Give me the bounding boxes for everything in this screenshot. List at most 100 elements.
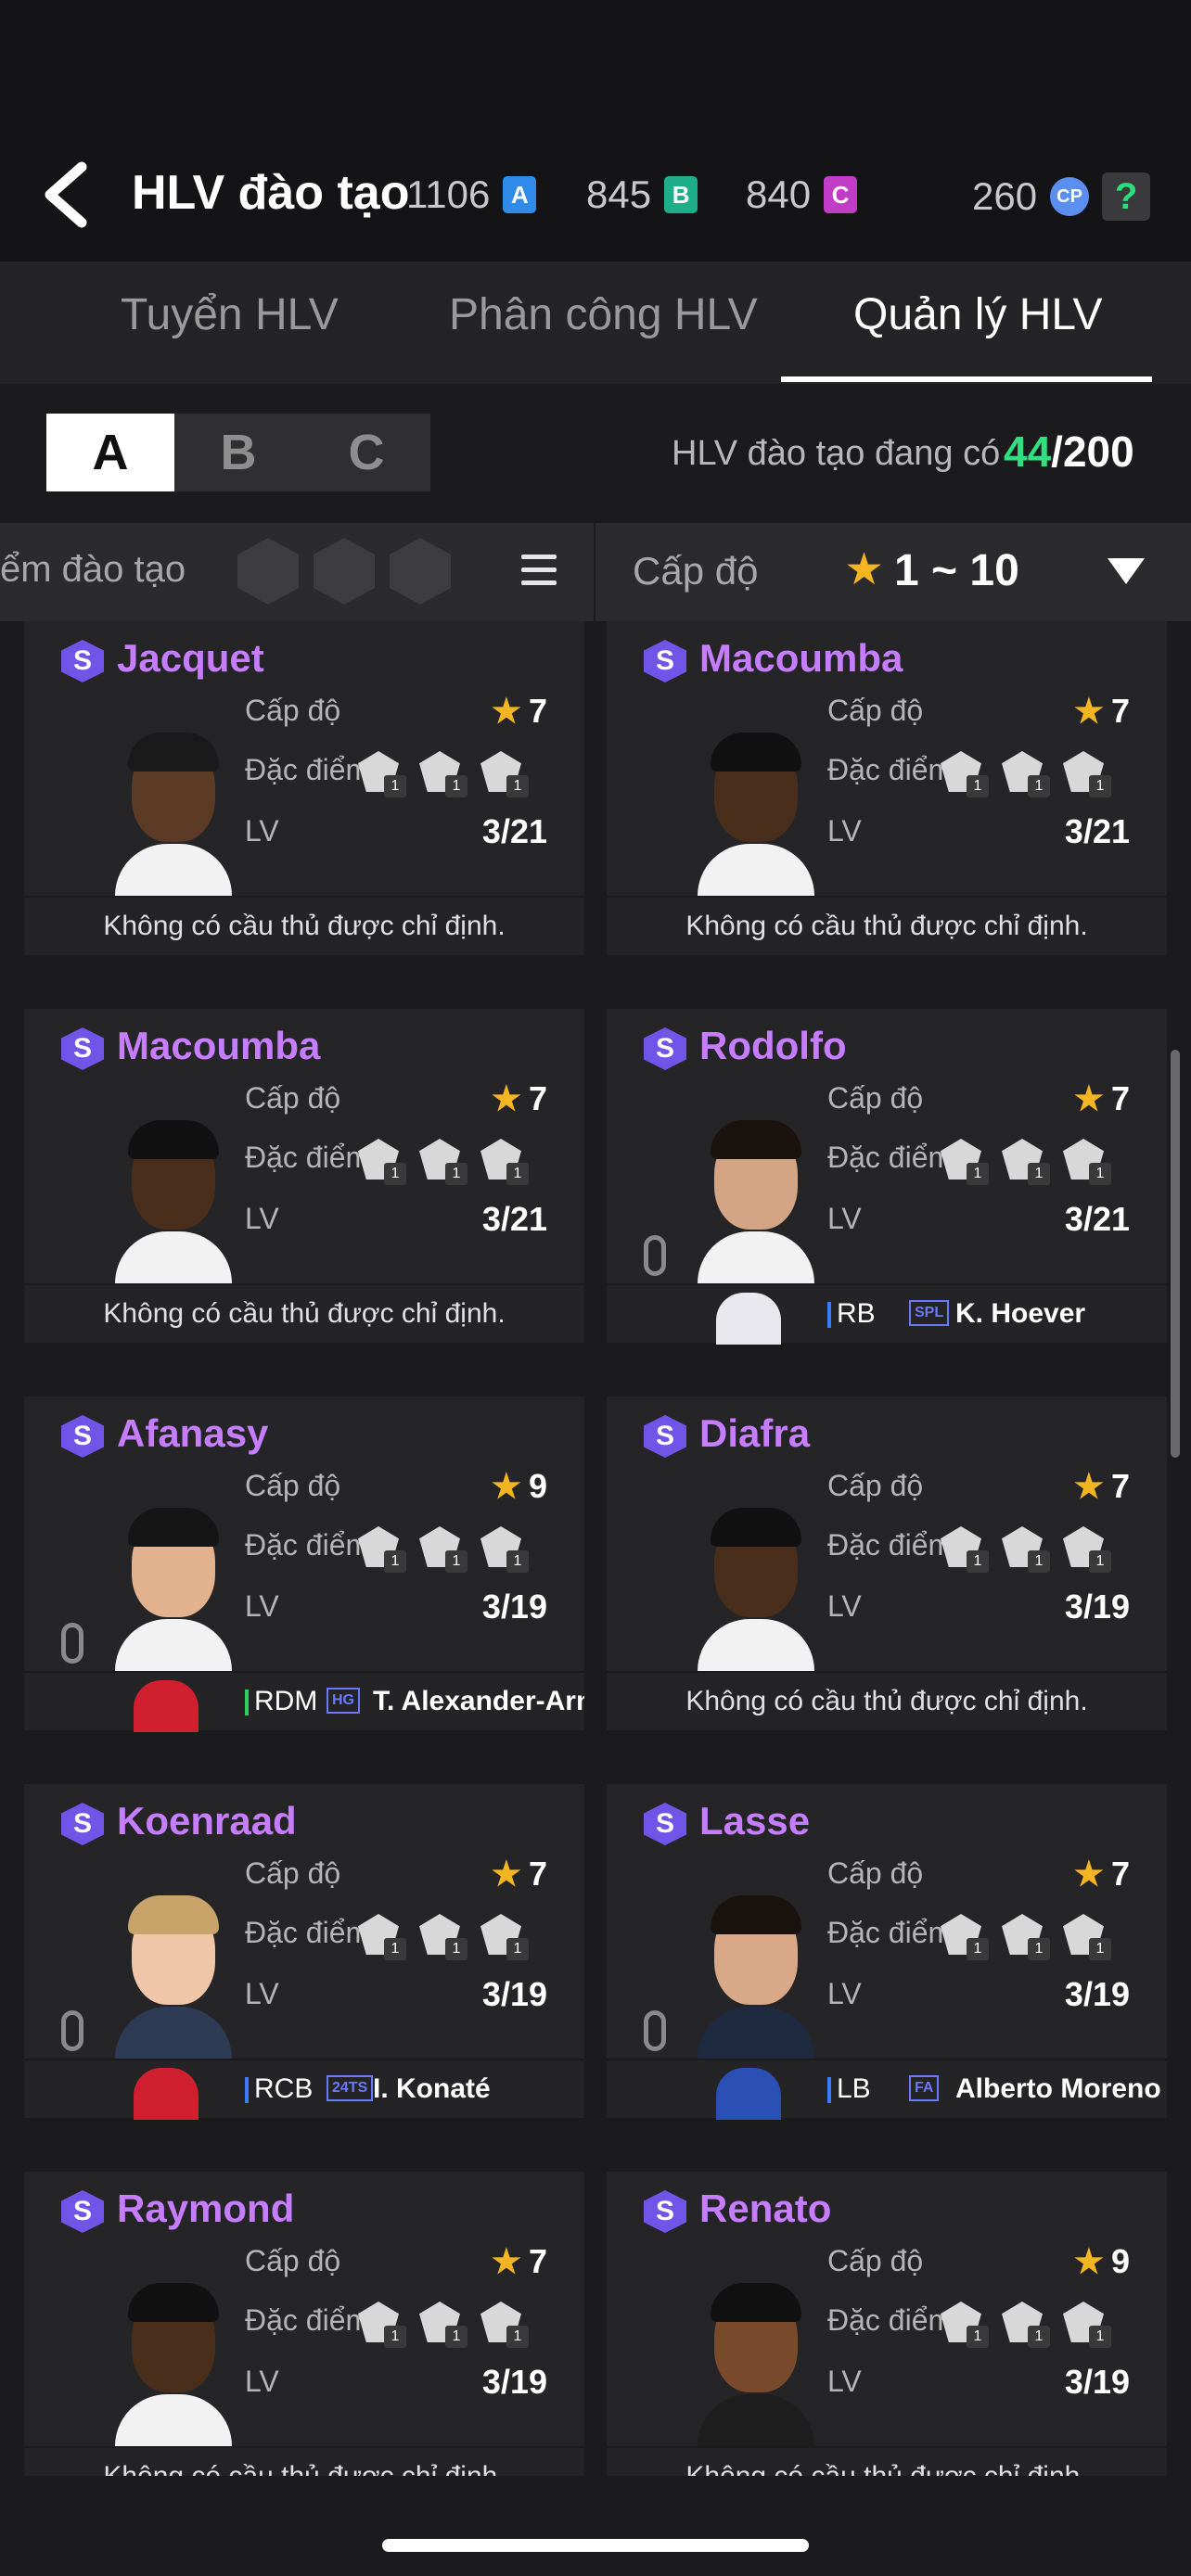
lv-value: 3/19 <box>1064 1588 1130 1626</box>
star-level: ★ 7 <box>1074 1079 1130 1118</box>
group-c-button[interactable]: C <box>302 414 430 491</box>
trait-icon[interactable]: 1 <box>480 2302 529 2348</box>
trait-label: Đặc điểm <box>245 753 371 786</box>
trait-icon[interactable]: 1 <box>941 1914 989 1960</box>
lv-value: 3/21 <box>481 1200 547 1238</box>
coach-card[interactable]: S Diafra Cấp độ ★ 7 Đặc điểm 1 1 1 LV 3/19 Không có… <box>607 1396 1167 1730</box>
coach-portrait <box>698 1895 814 2059</box>
trait-icon[interactable]: 1 <box>480 1139 529 1185</box>
level-label: Cấp độ <box>245 1856 341 1890</box>
player-thumbnail <box>134 2068 198 2120</box>
trait-icon[interactable]: 1 <box>1063 1914 1111 1960</box>
player-name: Alberto Moreno <box>955 2073 1161 2104</box>
coach-card[interactable]: SRaymondCấp độ★7Đặc điểm111LV3/19Không c… <box>24 2172 584 2476</box>
star-level-value: 7 <box>1110 1855 1130 1893</box>
trait-list: 111 <box>941 751 1111 797</box>
currency-a[interactable]: 1106 A <box>406 172 537 217</box>
tab-assign[interactable]: Phân công HLV <box>449 289 758 340</box>
trait-icon[interactable]: 1 <box>1002 1526 1050 1573</box>
menu-icon[interactable] <box>521 555 557 586</box>
tab-recruit[interactable]: Tuyển HLV <box>121 289 339 340</box>
assigned-player[interactable]: LB FA Alberto Moreno <box>607 2059 1167 2120</box>
coach-grid: S Jacquet Cấp độ ★ 7 Đặc điểm 1 1 1 LV 3/21 Không c… <box>0 621 1191 2476</box>
trait-icon[interactable]: 1 <box>358 2302 406 2348</box>
player-position: RCB <box>254 2073 314 2104</box>
trait-icon[interactable]: 1 <box>480 1914 529 1960</box>
trait-icon[interactable]: 1 <box>358 751 406 797</box>
currency-cp[interactable]: 260 CP ? <box>972 172 1151 221</box>
trait-icon[interactable]: 1 <box>419 1914 467 1960</box>
player-position: RDM <box>254 1686 318 1716</box>
back-arrow-icon[interactable] <box>35 158 100 232</box>
filter-slot-hex-icon[interactable] <box>314 538 375 605</box>
coach-card[interactable]: S Koenraad Cấp độ ★ 7 Đặc điểm 1 1 1 LV 3/19 RCB 24T… <box>24 1784 584 2120</box>
trait-icon[interactable]: 1 <box>941 751 989 797</box>
trait-icon[interactable]: 1 <box>358 1526 406 1573</box>
trait-icon[interactable]: 1 <box>419 1526 467 1573</box>
top-bar: HLV đào tạo 1106 A 845 B 840 C 260 CP ? <box>0 0 1191 261</box>
trait-icon[interactable]: 1 <box>941 2302 989 2348</box>
coach-card[interactable]: SRenatoCấp độ★9Đặc điểm111LV3/19Không có… <box>607 2172 1167 2476</box>
trait-icon[interactable]: 1 <box>419 751 467 797</box>
assigned-player[interactable]: RDM HG T. Alexander-Arnold <box>24 1671 584 1732</box>
filter-slot-hex-icon[interactable] <box>390 538 451 605</box>
season-badge: HG <box>327 1688 360 1714</box>
trait-icon[interactable]: 1 <box>1002 1139 1050 1185</box>
home-indicator[interactable] <box>382 2539 809 2552</box>
coach-count-max: /200 <box>1051 427 1134 476</box>
star-level-value: 7 <box>528 692 547 730</box>
trait-icon[interactable]: 1 <box>1002 1914 1050 1960</box>
assigned-player[interactable]: RB SPL K. Hoever <box>607 1283 1167 1345</box>
trait-icon[interactable]: 1 <box>480 751 529 797</box>
trait-icon[interactable]: 1 <box>1063 1526 1111 1573</box>
trait-icon[interactable]: 1 <box>1063 1139 1111 1185</box>
trait-label: Đặc điểm <box>245 1528 371 1562</box>
coach-portrait <box>698 1508 814 1671</box>
trait-icon[interactable]: 1 <box>1002 2302 1050 2348</box>
trait-icon[interactable]: 1 <box>419 2302 467 2348</box>
filter-slot-hex-icon[interactable] <box>237 538 299 605</box>
trait-icon[interactable]: 1 <box>419 1139 467 1185</box>
star-level-value: 7 <box>528 2242 547 2280</box>
trait-icon[interactable]: 1 <box>1063 2302 1111 2348</box>
link-icon <box>644 1235 666 1276</box>
currency-c[interactable]: 840 C <box>746 172 858 217</box>
currency-b[interactable]: 845 B <box>586 172 698 217</box>
currency-cp-value: 260 <box>972 174 1038 218</box>
no-player-row: Không có cầu thủ được chỉ định. <box>607 1671 1167 1730</box>
no-player-row: Không có cầu thủ được chỉ định. <box>24 2446 584 2476</box>
trait-icon[interactable]: 1 <box>358 1139 406 1185</box>
trait-icon[interactable]: 1 <box>480 1526 529 1573</box>
coach-card[interactable]: S Macoumba Cấp độ ★ 7 Đặc điểm 1 1 1 LV 3/21 Không … <box>24 1009 584 1343</box>
level-range[interactable]: 1 ~ 10 <box>894 545 1019 596</box>
group-b-button[interactable]: B <box>174 414 302 491</box>
coach-card[interactable]: S Jacquet Cấp độ ★ 7 Đặc điểm 1 1 1 LV 3/21 Không c… <box>24 621 584 955</box>
player-position: LB <box>837 2073 871 2104</box>
trait-icon[interactable]: 1 <box>1002 751 1050 797</box>
star-icon: ★ <box>491 692 521 730</box>
trait-icon[interactable]: 1 <box>941 1139 989 1185</box>
dropdown-caret-icon[interactable] <box>1108 558 1145 584</box>
coach-card[interactable]: S Macoumba Cấp độ ★ 7 Đặc điểm 1 1 1 LV 3/21 Không … <box>607 621 1167 955</box>
lv-label: LV <box>245 1589 279 1623</box>
trait-icon[interactable]: 1 <box>358 1914 406 1960</box>
scrollbar[interactable] <box>1171 1050 1180 1458</box>
player-thumbnail <box>134 1680 198 1732</box>
coach-card[interactable]: S Rodolfo Cấp độ ★ 7 Đặc điểm 1 1 1 LV 3/21 RB SPL K.… <box>607 1009 1167 1345</box>
s-grade-icon: S <box>61 640 104 682</box>
tab-manage[interactable]: Quản lý HLV <box>853 289 1103 340</box>
no-player-row: Không có cầu thủ được chỉ định. <box>607 2446 1167 2476</box>
player-thumbnail <box>716 2068 781 2120</box>
filter-bar: ểm đào tạo Cấp độ ★ 1 ~ 10 <box>0 523 1191 621</box>
assigned-player[interactable]: RCB 24TS I. Konaté <box>24 2059 584 2120</box>
star-icon: ★ <box>491 1467 521 1505</box>
group-a-button[interactable]: A <box>46 414 174 491</box>
coach-card[interactable]: S Lasse Cấp độ ★ 7 Đặc điểm 1 1 1 LV 3/19 LB FA Alber… <box>607 1784 1167 2120</box>
help-icon[interactable]: ? <box>1102 172 1151 221</box>
star-level-value: 7 <box>528 1079 547 1117</box>
coach-card[interactable]: S Afanasy Cấp độ ★ 9 Đặc điểm 1 1 1 LV 3/19 RDM HG T.… <box>24 1396 584 1732</box>
currency-b-value: 845 <box>586 172 652 216</box>
trait-icon[interactable]: 1 <box>941 1526 989 1573</box>
lv-label: LV <box>245 2365 279 2398</box>
trait-icon[interactable]: 1 <box>1063 751 1111 797</box>
